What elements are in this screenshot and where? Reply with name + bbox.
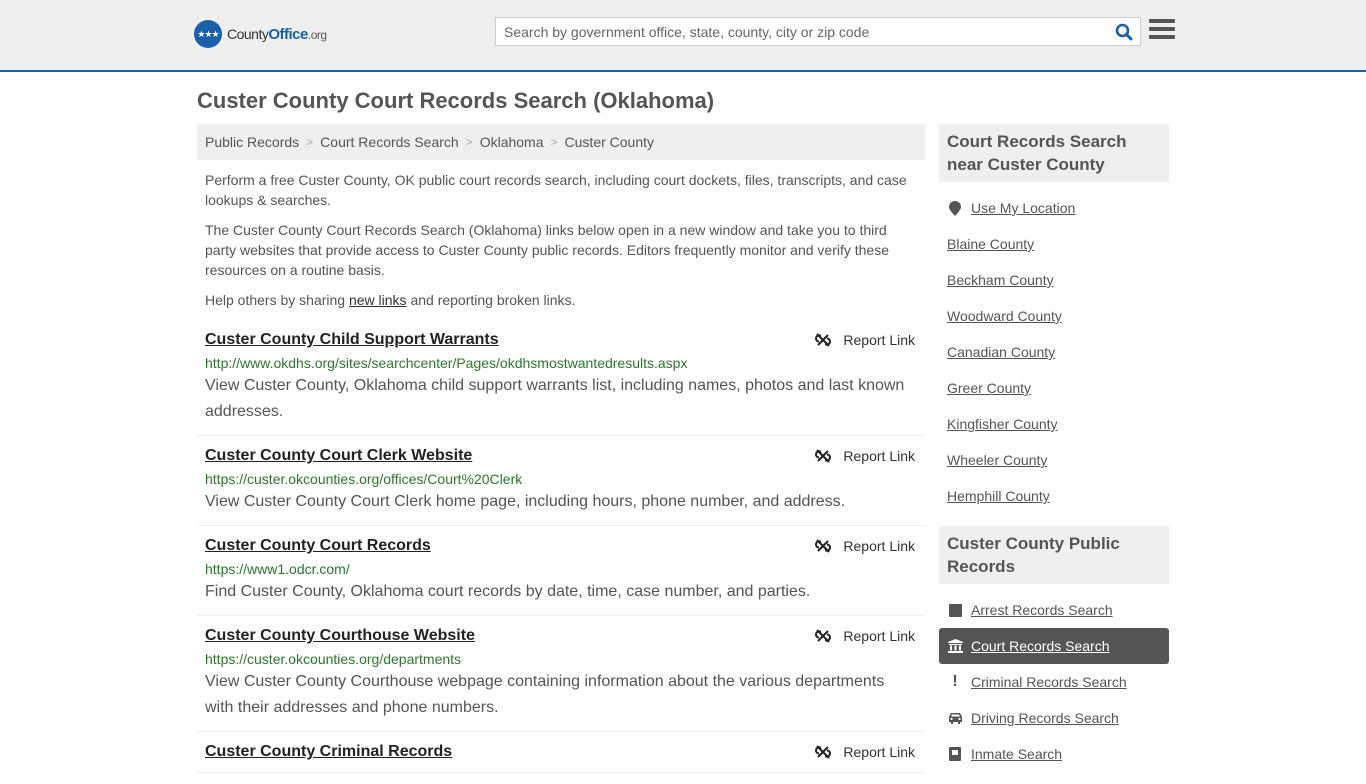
public-records-list: Arrest Records Search Court Records Sear… — [939, 584, 1169, 784]
breadcrumb-separator: > — [550, 135, 558, 149]
sidebar-item-inmate-search[interactable]: Inmate Search — [947, 736, 1169, 772]
result-description: View Custer County, Oklahoma child suppo… — [205, 377, 905, 420]
results-list: Custer County Child Support Warrants Rep… — [197, 330, 925, 773]
menu-bar — [1149, 35, 1175, 39]
sidebar-item-driving-records[interactable]: Driving Records Search — [947, 700, 1169, 736]
nearby-item[interactable]: Greer County — [947, 370, 1169, 406]
list-item: Custer County Courthouse Website Report … — [197, 626, 925, 732]
breadcrumb-custer-county[interactable]: Custer County — [565, 134, 654, 150]
search-icon — [1115, 23, 1133, 40]
result-url: http://www.okdhs.org/sites/searchcenter/… — [205, 355, 688, 371]
eagle-logo-icon: ★★★ — [194, 20, 222, 48]
list-item: Custer County Child Support Warrants Rep… — [197, 330, 925, 436]
new-links-link[interactable]: new links — [349, 292, 407, 308]
map-pin-icon — [947, 200, 963, 216]
nearby-county-link[interactable]: Blaine County — [947, 236, 1034, 252]
list-item: Custer County Court Clerk Website Report… — [197, 446, 925, 526]
page-title: Custer County Court Records Search (Okla… — [197, 88, 715, 113]
nearby-county-link[interactable]: Beckham County — [947, 272, 1054, 288]
broken-link-icon — [815, 745, 832, 759]
report-link-button[interactable]: Report Link — [815, 446, 915, 466]
result-description: View Custer County Court Clerk home page… — [205, 493, 846, 510]
nearby-item[interactable]: Woodward County — [947, 298, 1169, 334]
list-item: Custer County Court Records Report Link … — [197, 536, 925, 616]
broken-link-icon — [815, 333, 832, 347]
result-title-link[interactable]: Custer County Courthouse Website — [205, 626, 475, 646]
result-title-link[interactable]: Custer County Child Support Warrants — [205, 330, 499, 350]
report-link-button[interactable]: Report Link — [815, 742, 915, 762]
site-header: ★★★ CountyOffice.org — [0, 0, 1366, 72]
report-link-button[interactable]: Report Link — [815, 330, 915, 350]
nearby-county-link[interactable]: Hemphill County — [947, 488, 1050, 504]
use-my-location-link[interactable]: Use My Location — [971, 200, 1075, 216]
sidebar-item-arrest-records[interactable]: Arrest Records Search — [947, 592, 1169, 628]
search-bar — [495, 17, 1141, 46]
nearby-county-link[interactable]: Greer County — [947, 380, 1031, 396]
result-url: https://www1.odcr.com/ — [205, 561, 350, 577]
breadcrumb-separator: > — [465, 135, 473, 149]
nearby-list: Use My Location Blaine County Beckham Co… — [939, 182, 1169, 526]
square-icon — [947, 603, 963, 617]
courthouse-icon — [947, 639, 963, 653]
result-description: View Custer County Courthouse webpage co… — [205, 673, 885, 716]
intro-paragraph: The Custer County Court Records Search (… — [205, 222, 889, 278]
hamburger-menu-button[interactable] — [1149, 19, 1175, 43]
sidebar: Court Records Search near Custer County … — [939, 124, 1169, 784]
report-link-button[interactable]: Report Link — [815, 626, 915, 646]
nearby-item[interactable]: Hemphill County — [947, 478, 1169, 514]
search-input[interactable] — [496, 18, 1108, 45]
result-title-link[interactable]: Custer County Court Records — [205, 536, 431, 556]
inmate-icon — [947, 747, 963, 761]
breadcrumb-oklahoma[interactable]: Oklahoma — [480, 134, 544, 150]
nearby-heading: Court Records Search near Custer County — [939, 124, 1169, 182]
sidebar-item-criminal-records[interactable]: ! Criminal Records Search — [947, 664, 1169, 700]
result-url: https://custer.okcounties.org/department… — [205, 651, 462, 667]
nearby-county-link[interactable]: Woodward County — [947, 308, 1062, 324]
broken-link-icon — [815, 539, 832, 553]
public-records-heading: Custer County Public Records — [939, 526, 1169, 584]
main-content: Public Records > Court Records Search > … — [197, 124, 925, 783]
menu-bar — [1149, 19, 1175, 23]
nearby-county-link[interactable]: Wheeler County — [947, 452, 1047, 468]
logo-text: CountyOffice.org — [227, 25, 327, 43]
site-logo[interactable]: ★★★ CountyOffice.org — [194, 20, 327, 48]
nearby-item[interactable]: Beckham County — [947, 262, 1169, 298]
car-icon — [947, 712, 963, 724]
breadcrumb: Public Records > Court Records Search > … — [197, 124, 925, 160]
breadcrumb-separator: > — [306, 135, 314, 149]
menu-bar — [1149, 27, 1175, 31]
result-title-link[interactable]: Custer County Court Clerk Website — [205, 446, 472, 466]
nearby-item[interactable]: Wheeler County — [947, 442, 1169, 478]
list-item: Custer County Criminal Records Report Li… — [197, 742, 925, 773]
nearby-item[interactable]: Canadian County — [947, 334, 1169, 370]
broken-link-icon — [815, 449, 832, 463]
sidebar-item-court-records[interactable]: Court Records Search — [939, 628, 1169, 664]
result-url: https://custer.okcounties.org/offices/Co… — [205, 471, 523, 487]
report-link-button[interactable]: Report Link — [815, 536, 915, 556]
nearby-item[interactable]: Blaine County — [947, 226, 1169, 262]
exclamation-icon: ! — [952, 673, 958, 690]
intro-paragraph: Perform a free Custer County, OK public … — [205, 172, 907, 208]
search-button[interactable] — [1108, 18, 1140, 45]
nearby-county-link[interactable]: Kingfisher County — [947, 416, 1058, 432]
use-my-location[interactable]: Use My Location — [947, 190, 1169, 226]
share-paragraph: Help others by sharing new links and rep… — [205, 292, 576, 308]
breadcrumb-public-records[interactable]: Public Records — [205, 134, 299, 150]
result-description: Find Custer County, Oklahoma court recor… — [205, 583, 811, 600]
nearby-county-link[interactable]: Canadian County — [947, 344, 1055, 360]
intro: Perform a free Custer County, OK public … — [197, 170, 925, 310]
broken-link-icon — [815, 629, 832, 643]
nearby-item[interactable]: Kingfisher County — [947, 406, 1169, 442]
breadcrumb-court-records-search[interactable]: Court Records Search — [320, 134, 459, 150]
result-title-link[interactable]: Custer County Criminal Records — [205, 742, 452, 762]
